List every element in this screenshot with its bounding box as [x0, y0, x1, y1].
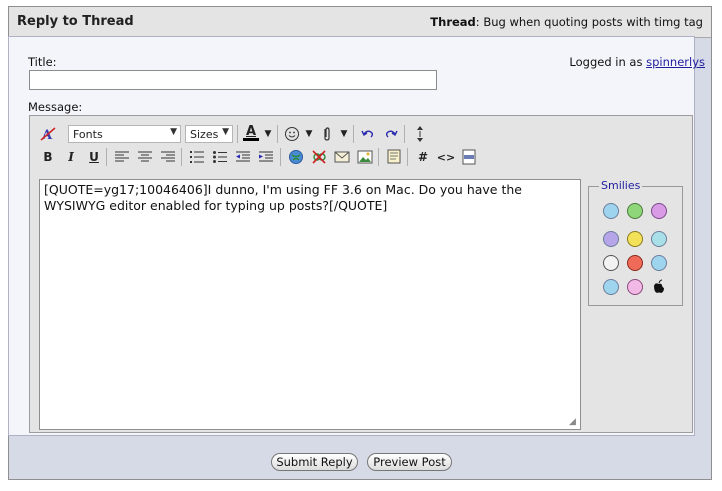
insert-image-icon[interactable] [356, 148, 374, 166]
thread-label: Thread [430, 15, 476, 29]
smilies-legend: Smilies [599, 179, 643, 192]
font-color-glyph: A [245, 124, 257, 139]
message-text: [QUOTE=yg17;10046406]I dunno, I'm using … [44, 182, 522, 213]
outdent-icon[interactable] [234, 148, 252, 166]
chevron-down-icon: ▼ [222, 127, 229, 137]
unordered-list-icon[interactable] [211, 148, 229, 166]
smiley-cool-blue-icon[interactable] [651, 255, 667, 271]
page-title: Reply to Thread [17, 14, 134, 29]
smiley-eek-icon[interactable] [627, 231, 643, 247]
redo-icon[interactable] [382, 125, 400, 143]
ordered-list-icon[interactable] [188, 148, 206, 166]
smiley-grin-icon[interactable] [627, 203, 643, 219]
smiley-frown-icon[interactable] [603, 231, 619, 247]
window-header: Reply to Thread Thread: Bug when quoting… [9, 7, 711, 38]
logged-in-info: Logged in as spinnerlys [569, 55, 705, 69]
align-center-icon[interactable] [136, 148, 154, 166]
resize-editor-icon[interactable] [411, 125, 429, 143]
smiley-tongue-icon[interactable] [651, 203, 667, 219]
chevron-down-icon[interactable]: ▼ [300, 125, 318, 143]
toolbar-divider [106, 148, 107, 166]
toolbar-divider [277, 125, 278, 143]
smiley-cool-icon[interactable] [603, 279, 619, 295]
attachment-icon[interactable] [318, 125, 336, 143]
logged-in-prefix: Logged in as [569, 55, 643, 69]
chevron-down-icon[interactable]: ▼ [335, 125, 353, 143]
font-color-icon[interactable]: A [242, 124, 260, 142]
chevron-down-icon[interactable]: ▼ [259, 125, 277, 143]
indent-icon[interactable] [257, 148, 275, 166]
smilies-box: Smilies [588, 179, 683, 306]
italic-icon[interactable]: I [62, 148, 80, 166]
toolbar-divider [181, 148, 182, 166]
title-label: Title: [28, 55, 57, 69]
code-icon[interactable]: # [414, 148, 432, 166]
toolbar-divider [237, 125, 238, 143]
quote-icon[interactable] [385, 148, 403, 166]
username-link[interactable]: spinnerlys [646, 55, 705, 69]
remove-link-icon[interactable] [310, 148, 328, 166]
thread-info: Thread: Bug when quoting posts with timg… [430, 15, 703, 29]
editor-container: A Fonts▼ Sizes▼ A ▼ ▼ ▼ B I U [29, 115, 693, 433]
undo-icon[interactable] [359, 125, 377, 143]
bold-icon[interactable]: B [39, 148, 57, 166]
size-select[interactable]: Sizes ▼ [185, 125, 233, 143]
smiley-apple-icon[interactable] [651, 279, 667, 295]
toolbar-divider [280, 148, 281, 166]
thread-title: Bug when quoting posts with timg tag [483, 15, 703, 29]
chevron-down-icon: ▼ [170, 127, 177, 137]
smiley-confused-icon[interactable] [651, 231, 667, 247]
align-right-icon[interactable] [159, 148, 177, 166]
font-select[interactable]: Fonts ▼ [68, 125, 181, 143]
resize-handle-icon[interactable]: ◢ [569, 418, 578, 427]
smiley-smile-icon[interactable] [603, 203, 619, 219]
php-icon[interactable] [460, 148, 478, 166]
title-input[interactable] [29, 70, 437, 90]
size-select-value: Sizes [190, 128, 219, 141]
smiley-mad-icon[interactable] [627, 255, 643, 271]
underline-icon[interactable]: U [85, 148, 103, 166]
align-left-icon[interactable] [113, 148, 131, 166]
message-label: Message: [28, 100, 83, 114]
insert-link-icon[interactable] [287, 148, 305, 166]
smiley-redface-icon[interactable] [627, 279, 643, 295]
smiley-rolleyes-icon[interactable] [603, 255, 619, 271]
toolbar-divider [378, 148, 379, 166]
thread-separator: : [475, 15, 480, 29]
toolbar-divider [407, 148, 408, 166]
insert-email-icon[interactable] [333, 148, 351, 166]
font-select-value: Fonts [73, 128, 103, 141]
toolbar-divider [353, 125, 354, 143]
remove-format-icon[interactable]: A [39, 125, 57, 143]
message-textarea[interactable]: [QUOTE=yg17;10046406]I dunno, I'm using … [39, 179, 581, 430]
font-color-bar [243, 138, 259, 141]
submit-reply-button[interactable]: Submit Reply [271, 453, 358, 471]
smiley-insert-icon[interactable] [283, 125, 301, 143]
html-icon[interactable]: <> [437, 148, 455, 166]
toolbar-divider [404, 125, 405, 143]
preview-post-button[interactable]: Preview Post [367, 453, 452, 471]
